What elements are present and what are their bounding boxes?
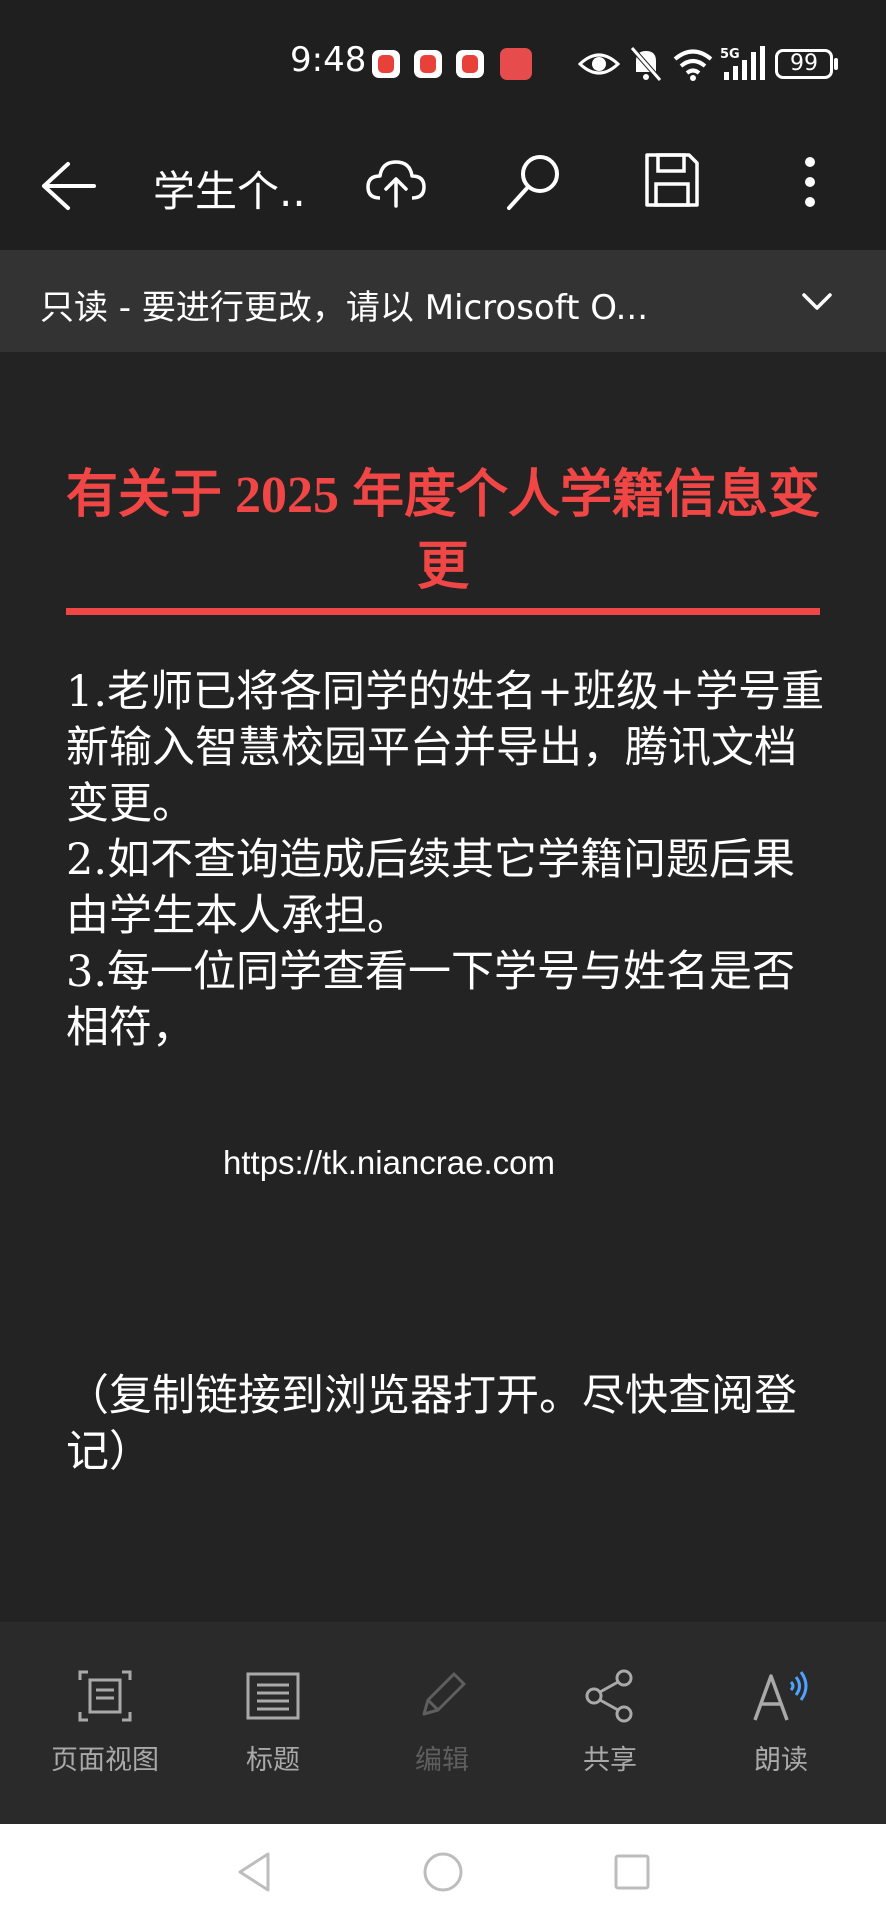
battery-tip — [834, 58, 838, 70]
nav-back-icon[interactable] — [234, 1850, 274, 1894]
pencil-icon — [422, 1672, 466, 1716]
read-aloud-icon — [753, 1671, 808, 1721]
headings-button[interactable]: 标题 — [198, 1668, 348, 1777]
system-nav-bar — [0, 1824, 886, 1920]
nav-recents-icon[interactable] — [612, 1850, 652, 1894]
page-view-label: 页面视图 — [51, 1745, 159, 1776]
app-toolbar: 学生个.. — [0, 120, 886, 250]
edit-button[interactable]: 编辑 — [367, 1668, 517, 1777]
headings-label: 标题 — [246, 1745, 300, 1776]
copy-link-note: （复制链接到浏览器打开。尽快查阅登记） — [66, 1371, 797, 1477]
paragraph-2: 2.如不查询造成后续其它学籍问题后果由学生本人承担。 — [66, 835, 796, 941]
headings-icon — [246, 1672, 300, 1720]
status-bar: 9:48 5G 99 — [0, 0, 886, 120]
mute-icon — [630, 46, 662, 82]
bottom-toolbar: 页面视图 标题 编辑 共享 朗读 — [0, 1622, 886, 1824]
svg-text:5G: 5G — [720, 47, 740, 62]
notification-app-icon — [372, 50, 400, 78]
read-only-banner[interactable]: 只读 - 要进行更改，请以 Microsoft O... — [0, 250, 886, 352]
nav-home-icon[interactable] — [421, 1850, 465, 1894]
document-body[interactable]: 有关于 2025 年度个人学籍信息变更 1.老师已将各同学的姓名+班级+学号重新… — [0, 352, 886, 1622]
document-paragraphs: 1.老师已将各同学的姓名+班级+学号重新输入智慧校园平台并导出，腾讯文档变更。 … — [66, 664, 826, 1056]
cloud-upload-icon[interactable] — [364, 154, 428, 212]
save-icon[interactable] — [644, 152, 700, 208]
heading-underline — [66, 608, 820, 615]
battery-icon: 99 — [775, 49, 833, 79]
notification-app-icon — [456, 50, 484, 78]
wifi-icon — [673, 49, 713, 81]
more-vertical-icon[interactable] — [798, 154, 822, 210]
search-icon[interactable] — [504, 152, 564, 212]
share-icon — [585, 1669, 633, 1723]
share-button[interactable]: 共享 — [535, 1668, 685, 1777]
share-label: 共享 — [583, 1745, 637, 1776]
clock: 9:48 — [290, 40, 367, 80]
paragraph-3: 3.每一位同学查看一下学号与姓名是否相符， — [66, 947, 796, 1053]
page-view-icon — [78, 1670, 132, 1722]
document-heading: 有关于 2025 年度个人学籍信息变更 — [66, 467, 821, 596]
read-aloud-button[interactable]: 朗读 — [706, 1668, 856, 1777]
notification-app-icon — [414, 50, 442, 78]
document-title: 学生个.. — [153, 167, 306, 216]
edit-label: 编辑 — [415, 1745, 469, 1776]
chevron-down-icon[interactable] — [800, 284, 834, 318]
eye-icon — [578, 53, 620, 75]
5g-signal-icon: 5G — [720, 46, 765, 80]
document-link[interactable]: https://tk.niancrae.com — [223, 1144, 555, 1182]
huawei-store-icon — [500, 48, 532, 80]
banner-text: 只读 - 要进行更改，请以 Microsoft O... — [40, 288, 649, 328]
page-view-button[interactable]: 页面视图 — [30, 1668, 180, 1777]
paragraph-1: 1.老师已将各同学的姓名+班级+学号重新输入智慧校园平台并导出，腾讯文档变更。 — [66, 667, 825, 829]
back-arrow-icon[interactable] — [38, 158, 98, 214]
read-aloud-label: 朗读 — [754, 1745, 808, 1776]
